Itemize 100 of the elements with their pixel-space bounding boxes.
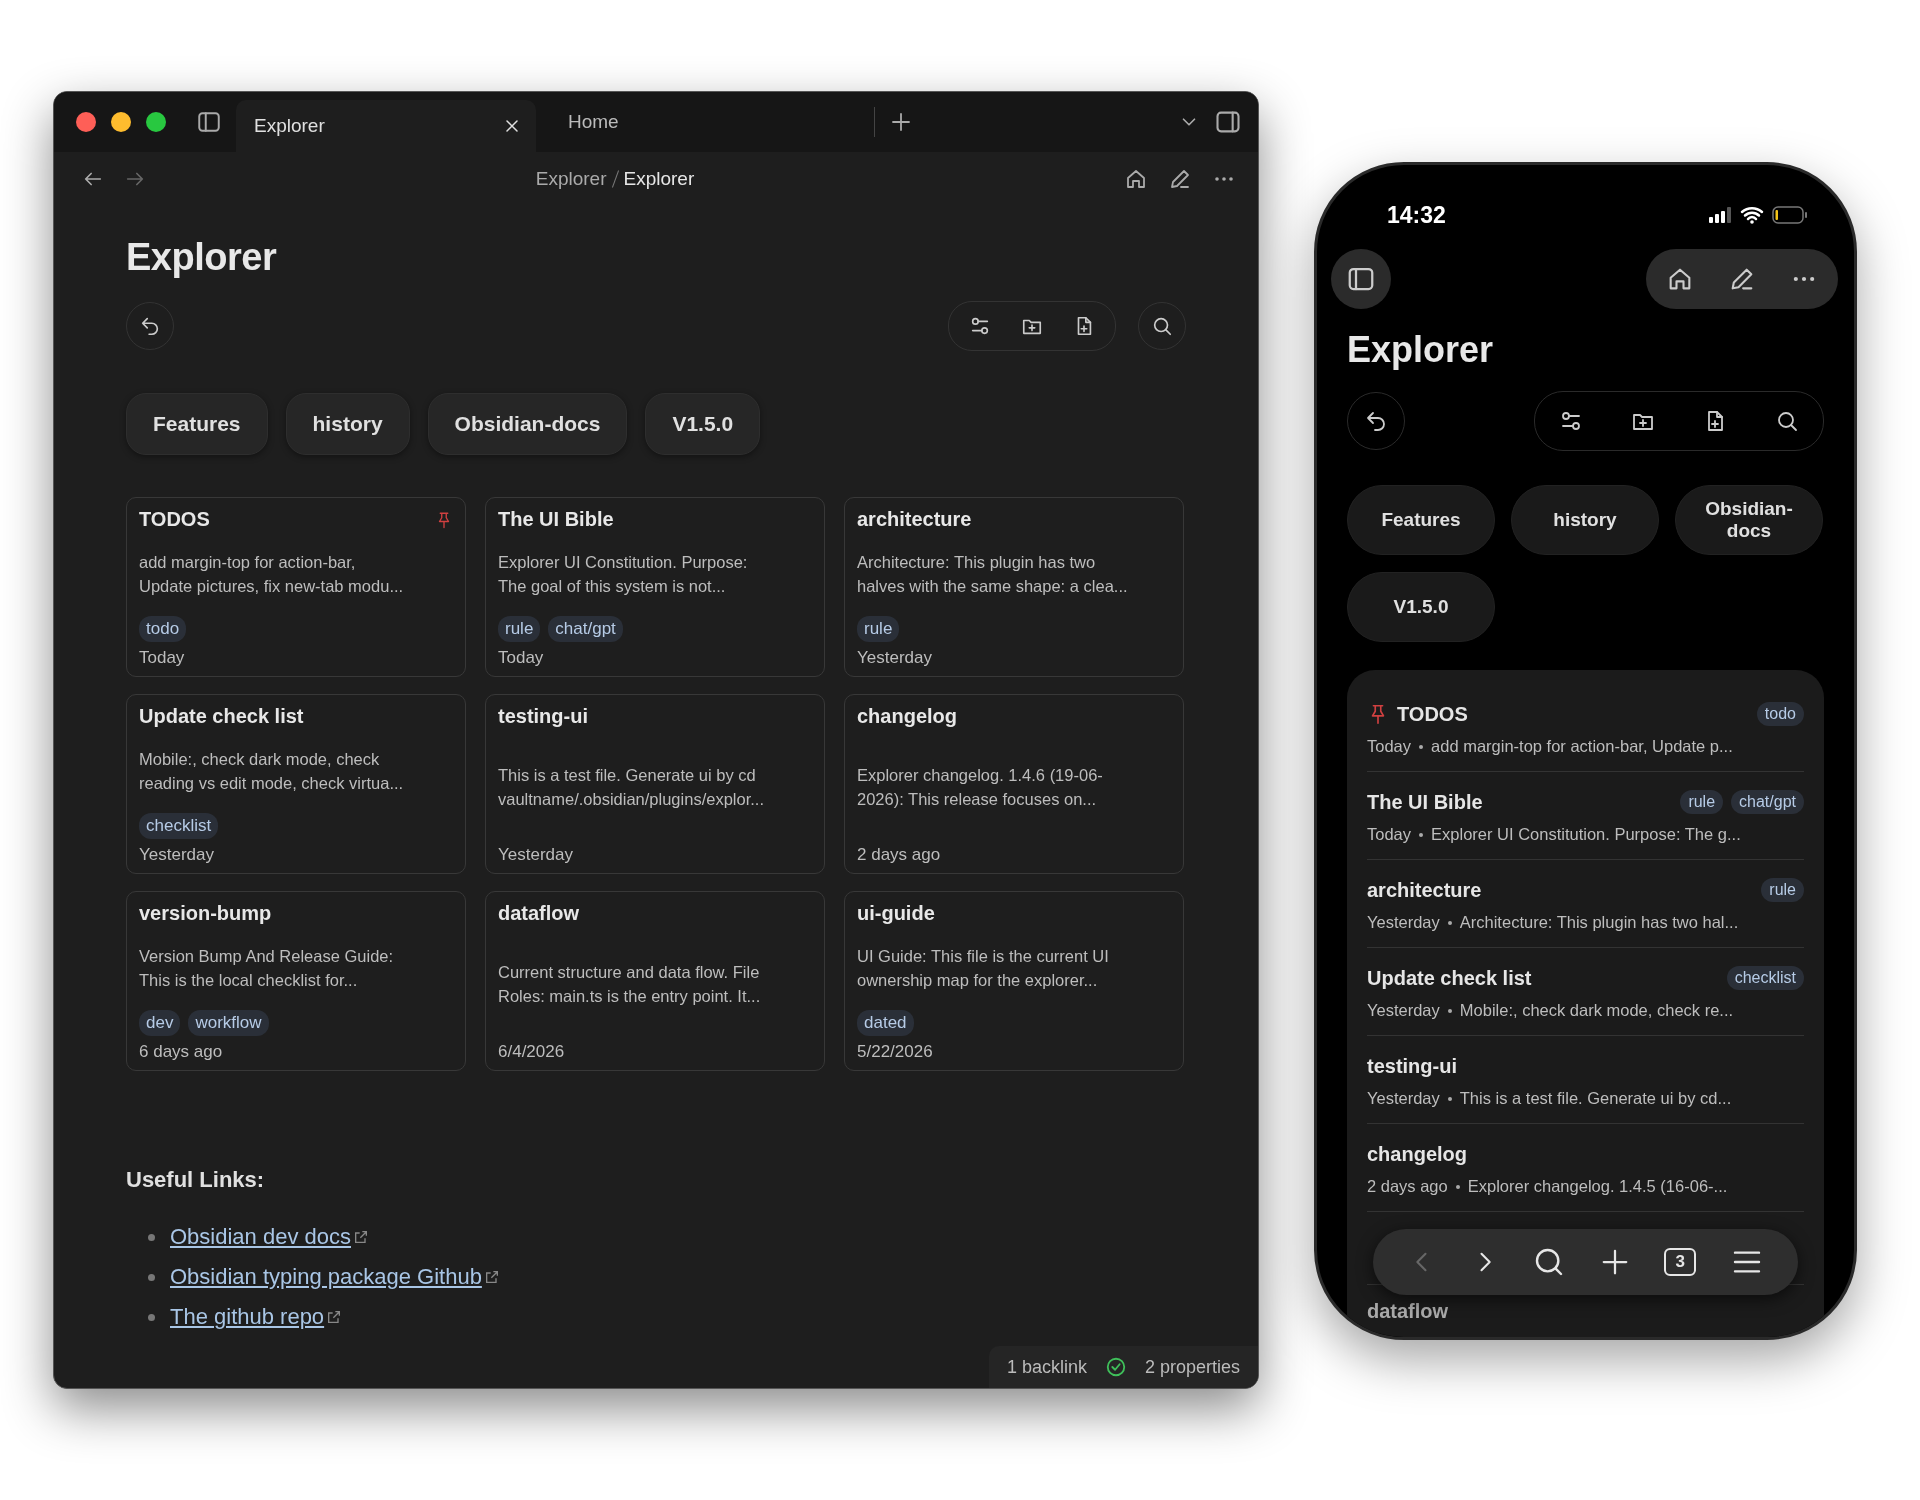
search-icon [1151,315,1173,337]
dot-separator [1455,1184,1460,1189]
undo-button[interactable] [126,302,174,350]
tag[interactable]: chat/gpt [1731,790,1804,814]
properties-count[interactable]: 2 properties [1144,1356,1240,1378]
wifi-icon [1740,206,1764,224]
tag[interactable]: dev [139,1010,181,1036]
pencil-icon[interactable] [1168,167,1192,191]
tag[interactable]: checklist [1726,966,1804,990]
tag[interactable]: dated [857,1010,914,1036]
note-title: dataflow [498,902,580,925]
note-excerpt: add margin-top for action-bar, Update p... [1431,737,1733,756]
tab[interactable]: Explorer [236,100,536,152]
sidebar-toggle-button[interactable] [1331,249,1391,309]
tag[interactable]: workflow [188,1010,269,1036]
backlink-count[interactable]: 1 backlink [1006,1356,1087,1378]
page-title: Explorer [1347,329,1495,371]
note-card[interactable]: dataflow Current structure and data flow. File Roles: main.ts is the entry point. It... 6/4/2026 [485,891,825,1071]
tag[interactable]: todo [139,616,187,642]
home-icon[interactable] [1124,167,1148,191]
external-link-icon [326,1309,343,1325]
note-excerpt: Version Bump And Release Guide: This is the local checklist for... [139,945,394,991]
minimize-window-button[interactable] [111,112,131,132]
folder-button[interactable]: Obsidian-docs [427,393,628,455]
zoom-window-button[interactable] [146,112,166,132]
links-heading: Useful Links: [126,1167,266,1193]
note-title: ui-guide [857,902,935,925]
note-excerpt: This is a test file. Generate ui by cd vaultname/.obsidian/plugins/explor... [498,764,764,810]
external-link[interactable]: Obsidian dev docs [170,1224,351,1250]
note-row[interactable]: testing-ui Yesterday This is a test file. Generate ui by cd... [1367,1036,1804,1124]
tag[interactable]: chat/gpt [548,616,623,642]
external-link-icon [353,1229,369,1245]
tag[interactable]: rule [1680,790,1724,814]
note-card[interactable]: testing-ui This is a test file. Generate ui by cd vaultname/.obsidian/plugins/explor... Yesterday [485,694,825,874]
folder-button[interactable]: Obsidian-docs [1675,485,1823,555]
folder-button[interactable]: V1.5.0 [1347,572,1495,642]
note-date: Today [1367,737,1412,756]
close-window-button[interactable] [76,112,96,132]
external-link[interactable]: Obsidian typing package Github [170,1264,482,1290]
folder-button[interactable]: history [1511,485,1659,555]
note-row[interactable]: changelog 2 days ago Explorer changelog. 1.4.5 (16-06-... [1367,1124,1804,1212]
sliders-icon[interactable] [969,315,991,337]
tab-count-button[interactable]: 3 [1664,1248,1697,1276]
external-link[interactable]: The github repo [170,1304,325,1330]
tab-label: Home [568,111,619,133]
search-icon[interactable] [1775,409,1799,433]
note-date: 5/22/2026 [857,1042,934,1062]
note-date: Yesterday [498,845,574,865]
folder-button[interactable]: Features [1347,485,1495,555]
note-date: 2 days ago [857,845,942,865]
note-date: Today [139,648,186,668]
tag[interactable]: rule [1761,878,1804,902]
tab-label: Explorer [254,115,325,137]
undo-arrow-icon [139,315,161,337]
note-title: testing-ui [498,705,588,728]
note-excerpt: This is a test file. Generate ui by cd... [1459,1089,1732,1108]
signal-icon [1708,207,1732,223]
folder-button[interactable]: history [285,393,410,455]
note-date: Yesterday [857,648,933,668]
note-card[interactable]: ui-guide UI Guide: This file is the current UI ownership map for the explorer... dated 5/22/2026 [844,891,1184,1071]
note-excerpt: Explorer UI Constitution. Purpose: The goal of this system is not... [498,551,748,597]
note-date: Today [498,648,545,668]
sidebar-toggle-icon[interactable] [196,109,222,135]
battery-icon [1772,206,1808,224]
tag[interactable]: todo [1756,702,1804,726]
note-card[interactable]: changelog Explorer changelog. 1.4.6 (19-06- 2026): This release focuses on... 2 days ago [844,694,1184,874]
note-excerpt: Explorer changelog. 1.4.6 (19-06- 2026): This release focuses on... [857,764,1103,810]
note-row[interactable]: The UI Bible rule chat/gpt Today Explorer UI Constitution. Purpose: The g... [1367,772,1804,860]
note-excerpt: Explorer UI Constitution. Purpose: The g... [1431,825,1741,844]
note-excerpt: Architecture: This plugin has two halves with the same shape: a clea... [857,551,1128,597]
status-time: 14:32 [1387,201,1446,229]
note-date: Yesterday [1367,1001,1440,1020]
tag[interactable]: rule [857,616,900,642]
note-title: The UI Bible [498,508,614,531]
sliders-icon[interactable] [1559,409,1583,433]
dot-separator [1447,1008,1452,1013]
breadcrumb-item[interactable]: Explorer [535,168,607,190]
tab[interactable]: Home [550,92,850,152]
note-row[interactable]: architecture rule Yesterday Architecture: This plugin has two hal... [1367,860,1804,948]
note-date: 2 days ago [1367,1177,1448,1196]
search-button[interactable] [1138,302,1186,350]
note-card[interactable]: TODOS add margin-top for action-bar, Update pictures, fix new-tab modu... todo Today [126,497,466,677]
tag[interactable]: checklist [139,813,219,839]
folder-button[interactable]: V1.5.0 [645,393,761,455]
note-row[interactable]: TODOS todo Today add margin-top for action-bar, Update p... [1367,684,1804,772]
page-title: Explorer [126,236,278,279]
breadcrumb-item[interactable]: Explorer [623,168,695,190]
note-row[interactable]: Update check list checklist Yesterday Mobile:, check dark mode, check re... [1367,948,1804,1036]
tag[interactable]: rule [498,616,541,642]
note-excerpt: Explorer changelog. 1.4.5 (16-06-... [1467,1177,1728,1196]
folder-button[interactable]: Features [126,393,268,455]
note-excerpt: add margin-top for action-bar, Update pictures, fix new-tab modu... [139,551,404,597]
note-card[interactable]: Update check list Mobile:, check dark mode, check reading vs edit mode, check virtua... checklist Yesterday [126,694,466,874]
note-card[interactable]: version-bump Version Bump And Release Guide: This is the local checklist for... dev workflow 6 days ago [126,891,466,1071]
note-card[interactable]: architecture Architecture: This plugin has two halves with the same shape: a clea... rule Yesterday [844,497,1184,677]
check-circle-icon [1104,1356,1127,1378]
note-card[interactable]: The UI Bible Explorer UI Constitution. Purpose: The goal of this system is not... rule chat/gpt Today [485,497,825,677]
new-tab-icon[interactable] [889,110,913,134]
note-title: architecture [857,508,972,531]
note-title: TODOS [139,508,210,531]
